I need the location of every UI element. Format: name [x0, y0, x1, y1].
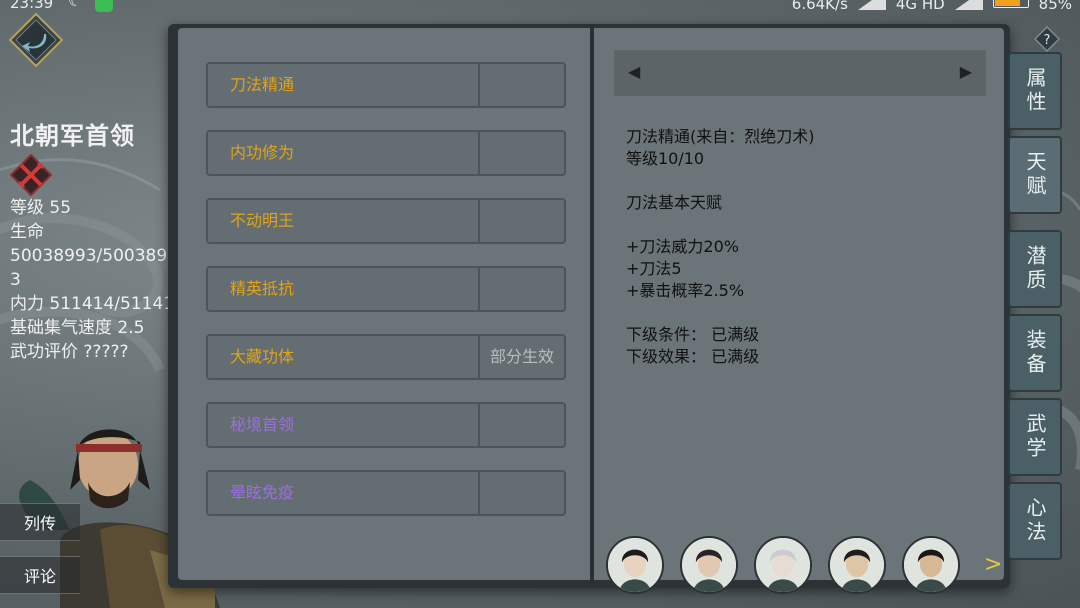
stat-mp: 内力 511414/511414 [10, 294, 185, 314]
tab-5[interactable]: 心法 [1008, 482, 1062, 560]
team-avatar[interactable] [606, 536, 664, 594]
talent-status [480, 132, 564, 174]
team-avatar[interactable] [902, 536, 960, 594]
tab-3[interactable]: 装备 [1008, 314, 1062, 392]
talent-status [480, 472, 564, 514]
tab-2[interactable]: 潜质 [1008, 230, 1062, 308]
talent-name: 大藏功体 [208, 336, 480, 378]
talent-row[interactable]: 内功修为 [206, 130, 566, 176]
stat-speed: 基础集气速度 2.5 [10, 318, 145, 338]
chevron-right-icon[interactable]: ▶ [960, 62, 972, 81]
stat-level: 等级 55 [10, 198, 72, 218]
talent-detail: 刀法精通(来自：烈绝刀术) 等级10/10 刀法基本天赋 +刀法威力20% +刀法5 +暴… [626, 126, 976, 368]
detail-line: 等级10/10 [626, 149, 705, 168]
talent-status [480, 200, 564, 242]
book-spine [590, 24, 594, 584]
tab-label: 心法 [1023, 497, 1047, 545]
battery-icon [992, 0, 1029, 8]
talent-name: 精英抵抗 [208, 268, 480, 310]
tab-label: 武学 [1023, 413, 1047, 461]
talent-status [480, 64, 564, 106]
detail-line: 刀法精通(来自：烈绝刀术) [626, 127, 815, 146]
detail-line: +刀法5 [626, 259, 682, 278]
biography-button[interactable]: 列传 [0, 503, 80, 541]
talent-name: 内功修为 [208, 132, 480, 174]
detail-line: 下级效果： 已满级 [626, 347, 760, 366]
talent-name: 秘境首领 [208, 404, 480, 446]
character-name: 北朝军首领 [10, 122, 135, 150]
app-notification-icon [95, 0, 113, 12]
talent-name: 晕眩免疫 [208, 472, 480, 514]
status-bar: 23:39 ☾ 6.64K/s 4G HD 85% [0, 0, 1080, 14]
tab-4[interactable]: 武学 [1008, 398, 1062, 476]
talent-row[interactable]: 精英抵抗 [206, 266, 566, 312]
detail-nav-bar: ◀ ▶ [614, 50, 986, 96]
comments-button[interactable]: 评论 [0, 556, 80, 594]
battery-percent: 85% [1038, 0, 1072, 13]
tab-label: 属性 [1023, 67, 1047, 115]
battery-fill [994, 0, 1021, 6]
team-avatar[interactable] [828, 536, 886, 594]
detail-line [626, 302, 976, 324]
team-avatar[interactable] [680, 536, 738, 594]
stat-hp-label: 生命 [10, 222, 44, 242]
svg-text:?: ? [1044, 33, 1051, 48]
stat-hp-value: 50038993/50038993 [10, 246, 178, 290]
tab-label: 潜质 [1023, 245, 1047, 293]
triangle-right-icon[interactable]: > [984, 552, 1002, 577]
moon-icon: ☾ [68, 0, 83, 10]
back-arrow-icon[interactable] [8, 12, 64, 68]
talent-row[interactable]: 刀法精通 [206, 62, 566, 108]
talent-name: 不动明王 [208, 200, 480, 242]
talent-row[interactable]: 晕眩免疫 [206, 470, 566, 516]
network-speed: 6.64K/s [791, 0, 848, 13]
tab-0[interactable]: 属性 [1008, 52, 1062, 130]
team-avatar[interactable] [754, 536, 812, 594]
network-type: 4G HD [895, 0, 945, 13]
detail-line: +刀法威力20% [626, 237, 739, 256]
tab-label: 装备 [1023, 329, 1047, 377]
stat-rating: 武功评价 ????? [10, 342, 129, 362]
talent-row[interactable]: 不动明王 [206, 198, 566, 244]
talent-row[interactable]: 大藏功体 部分生效 [206, 334, 566, 380]
tab-label: 天赋 [1023, 151, 1047, 199]
talent-row[interactable]: 秘境首领 [206, 402, 566, 448]
chevron-left-icon[interactable]: ◀ [628, 62, 640, 81]
talent-name: 刀法精通 [208, 64, 480, 106]
signal-icon-2 [954, 0, 983, 10]
character-stats: 等级 55 生命 50038993/50038993 内力 511414/511… [10, 196, 190, 364]
detail-line: +暴击概率2.5% [626, 281, 745, 300]
crossed-swords-icon [10, 154, 52, 196]
talent-status [480, 404, 564, 446]
status-time: 23:39 [10, 0, 54, 12]
detail-line: 刀法基本天赋 [626, 193, 723, 212]
question-mark-icon[interactable]: ? [1034, 26, 1060, 52]
signal-icon [857, 0, 886, 10]
detail-line: 下级条件： 已满级 [626, 325, 760, 344]
status-right: 6.64K/s 4G HD 85% [791, 0, 1072, 13]
talent-status [480, 268, 564, 310]
detail-line [626, 214, 976, 236]
detail-line [626, 170, 976, 192]
tab-1[interactable]: 天赋 [1008, 136, 1062, 214]
talent-status: 部分生效 [489, 347, 554, 366]
